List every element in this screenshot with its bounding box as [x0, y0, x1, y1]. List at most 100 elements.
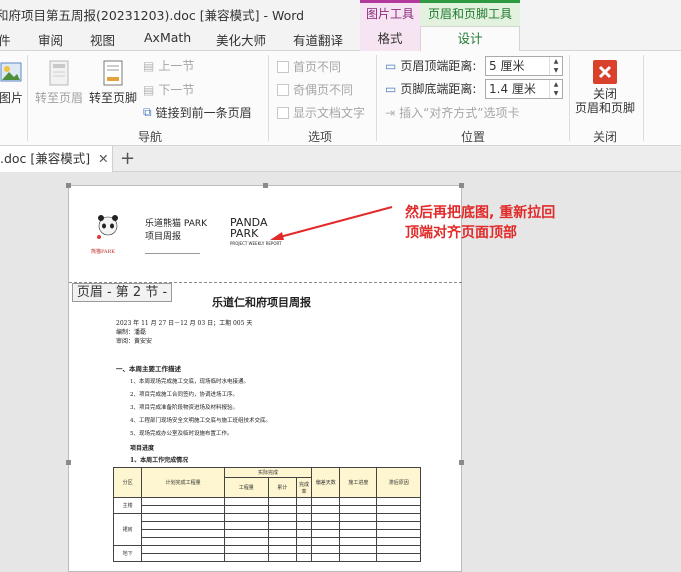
header-from-top-input[interactable]: 5 厘米 ▲ ▼ [485, 56, 563, 76]
separator [376, 55, 377, 141]
document-tab[interactable]: .doc [兼容模式] ✕ [0, 146, 113, 172]
context-tab-picture-tools: 图片工具 [360, 0, 420, 26]
annotation-line1: 然后再把底图, 重新拉回 [405, 205, 556, 221]
position-group-label: 位置 [460, 130, 485, 144]
options-group-label: 选项 [307, 130, 332, 144]
close-tab-icon[interactable]: ✕ [98, 151, 108, 166]
nav-group-label: 导航 [137, 130, 162, 144]
tab-file[interactable]: 件 [0, 30, 11, 49]
ribbon-tabs: 件 审阅 视图 AxMath 美化大师 有道翻译 格式 设计 [0, 26, 681, 52]
meta-line3: 审阅：黄安安 [116, 338, 153, 345]
ribbon: 图片 转至页眉 转至页脚 ▤ 上一节 ▤ 下一节 ⧉ 链接到前一条页眉 导航 首… [0, 51, 681, 146]
table-row [114, 553, 421, 562]
spinner-arrows-icon[interactable]: ▲ ▼ [549, 80, 562, 98]
table-row [114, 529, 421, 538]
link-previous-label: 链接到前一条页眉 [155, 106, 252, 120]
picture-button[interactable]: 图片 [0, 59, 26, 106]
diff-first-page-checkbox[interactable]: 首页不同 [277, 58, 341, 75]
next-section-icon: ▤ [143, 82, 155, 97]
spinner-arrows-icon[interactable]: ▲ ▼ [549, 57, 562, 75]
table-subheader-cell: 累计 [267, 477, 297, 498]
tab-youdao[interactable]: 有道翻译 [293, 30, 343, 49]
footer-from-bottom-value: 1.4 厘米 [489, 82, 536, 96]
tab-design[interactable]: 设计 [420, 26, 520, 52]
separator [27, 55, 28, 141]
resize-handle[interactable] [459, 460, 464, 465]
tab-axmath[interactable]: AxMath [144, 30, 191, 45]
table-header-cell: 实际完成 [224, 466, 313, 479]
show-doc-text-checkbox[interactable]: 显示文档文字 [277, 104, 365, 121]
goto-header-icon [49, 60, 69, 86]
resize-handle[interactable] [66, 460, 71, 465]
header-from-top: ▭ 页眉顶端距离: [385, 57, 476, 74]
title-bar: 和府项目第五周报(20231203).doc [兼容模式] - Word [0, 0, 681, 26]
tab-format[interactable]: 格式 [360, 26, 420, 51]
link-previous-button[interactable]: ⧉ 链接到前一条页眉 [143, 104, 252, 121]
goto-header-button[interactable]: 转至页眉 [34, 59, 84, 106]
table-row [114, 537, 421, 546]
picture-icon [0, 62, 22, 82]
separator [268, 55, 269, 141]
item-line: 4、工程部门现场安全文明施工交底与施工班组技术交底。 [130, 418, 272, 424]
checkbox-box [277, 106, 289, 119]
close-header-footer-button[interactable]: 关闭 页眉和页脚 [573, 59, 637, 115]
table-header-cell: 计划完成工程量 [141, 467, 226, 498]
header-from-top-value: 5 厘米 [489, 59, 525, 73]
table-header-cell: 滞后原因 [376, 467, 421, 498]
brand-cn-line1: 乐道熊猫 PARK [145, 219, 208, 229]
show-doc-text-label: 显示文档文字 [293, 106, 366, 120]
next-section-label: 下一节 [158, 83, 195, 97]
goto-footer-button[interactable]: 转至页脚 [87, 59, 139, 106]
resize-handle[interactable] [459, 183, 464, 188]
add-tab-icon[interactable]: + [120, 148, 135, 169]
window-title: 和府项目第五周报(20231203).doc [兼容模式] - Word [0, 8, 305, 23]
tab-meihua[interactable]: 美化大师 [216, 30, 266, 49]
row-label: 裙房 [112, 513, 143, 546]
annotation-text: 然后再把底图, 重新拉回 顶端对齐页面顶部 [405, 203, 555, 243]
resize-handle[interactable] [66, 183, 71, 188]
meta-line2: 编制：潘磊 [116, 329, 147, 336]
close-group-label: 关闭 [592, 130, 617, 144]
section2-heading: 项目进度 [130, 445, 155, 452]
diff-odd-even-checkbox[interactable]: 奇偶页不同 [277, 81, 353, 98]
item-line: 3、项目完成准备阶段物资进场及材料报验。 [130, 405, 239, 411]
logo-small-text: 熊猫PARK [91, 249, 116, 255]
checkbox-box [277, 83, 289, 96]
table-row: 地下 [112, 545, 421, 562]
diff-first-page-label: 首页不同 [293, 60, 342, 74]
next-section-button[interactable]: ▤ 下一节 [143, 81, 194, 98]
goto-footer-icon [103, 60, 123, 86]
item-line: 2、项目完成施工合同签约，协调进场工序。 [130, 392, 239, 398]
section1-heading: 一、本周主要工作描述 [116, 365, 181, 373]
separator [643, 55, 644, 141]
footer-from-bottom: ▭ 页脚底端距离: [385, 80, 476, 97]
row-label: 地下 [112, 545, 143, 562]
header-section-tag: 页眉 - 第 2 节 - [72, 283, 172, 302]
table-header-cell: 偏差天数 [311, 467, 341, 498]
link-previous-icon: ⧉ [143, 105, 152, 119]
close-label-line2: 页眉和页脚 [574, 101, 635, 115]
table-row: 裙房 [112, 513, 421, 546]
annotation-line2: 顶端对齐页面顶部 [405, 225, 517, 241]
tab-review[interactable]: 审阅 [38, 30, 63, 49]
insert-align-tab-button[interactable]: ⇥ 插入“对齐方式”选项卡 [385, 104, 520, 121]
footer-from-bottom-label: 页脚底端距离: [400, 82, 477, 96]
brand-cn-line2: 项目周报 [145, 232, 182, 242]
table-header-cell: 分区 [112, 467, 143, 498]
table-header-cell: 施工进度 [339, 467, 378, 498]
checkbox-box [277, 60, 289, 73]
picture-label: 图片 [0, 91, 23, 105]
tab-view[interactable]: 视图 [90, 30, 115, 49]
item-line: 5、现场完成办公室及临时设施布置工作。 [130, 431, 233, 437]
item-line: 1、本周现场完成施工交底，现场临时水电接通。 [130, 379, 250, 385]
footer-from-bottom-input[interactable]: 1.4 厘米 ▲ ▼ [485, 79, 563, 99]
close-label-line1: 关闭 [592, 87, 617, 101]
row-label: 主楼 [112, 497, 143, 514]
prev-section-button[interactable]: ▤ 上一节 [143, 57, 194, 74]
resize-handle[interactable] [263, 183, 268, 188]
context-tab-header-footer-tools: 页眉和页脚工具 [420, 0, 520, 26]
document-tab-label: .doc [兼容模式] [0, 151, 91, 166]
align-tab-icon: ⇥ [385, 105, 396, 120]
diff-odd-even-label: 奇偶页不同 [293, 83, 354, 97]
table-subheader-cell: 完成率 [295, 477, 313, 498]
